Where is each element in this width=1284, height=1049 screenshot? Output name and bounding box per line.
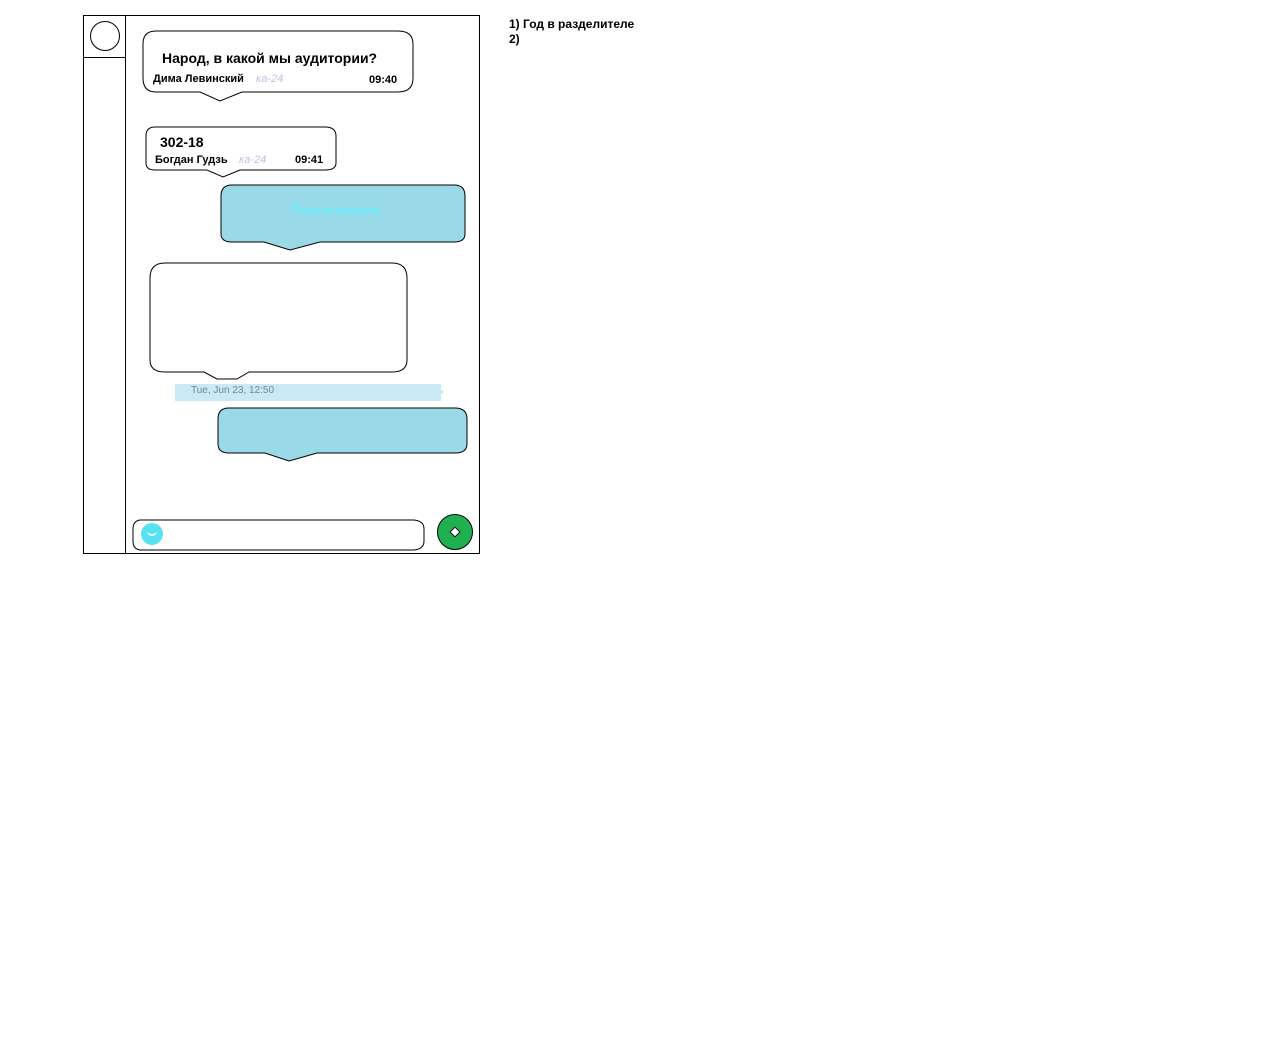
note-item: 2) [509, 32, 520, 46]
incoming-bubble [149, 262, 408, 380]
date-separator: Tue, Jun 23, 12:50 [175, 384, 444, 401]
message-time: 09:41 [295, 154, 324, 166]
chat-window: Народ, в какой мы аудитории? Дима Левинс… [83, 15, 480, 554]
separator-arrow [439, 388, 444, 396]
incoming-bubble [142, 30, 414, 102]
sidebar-divider [84, 57, 125, 58]
message-text: Пользователь [291, 203, 381, 217]
outgoing-bubble [217, 407, 468, 462]
note-item: 1) Год в разделителе [509, 17, 635, 31]
message-time: 09:40 [369, 74, 398, 86]
date-separator-label: Tue, Jun 23, 12:50 [191, 385, 275, 395]
message-input[interactable] [132, 519, 425, 551]
send-icon [449, 526, 461, 538]
notes: 1) Год в разделителе 2) [509, 17, 634, 47]
message-group: ка-24 [239, 154, 267, 166]
message-text: 302-18 [160, 134, 204, 150]
message-author: Дима Левинский [153, 73, 244, 85]
outgoing-bubble [220, 184, 466, 251]
message-text: Народ, в какой мы аудитории? [162, 50, 378, 66]
send-button[interactable] [437, 514, 473, 550]
avatar[interactable] [90, 21, 120, 51]
message-author: Богдан Гудзь [155, 154, 228, 166]
sidebar [84, 16, 126, 553]
message-group: ка-24 [256, 73, 284, 85]
